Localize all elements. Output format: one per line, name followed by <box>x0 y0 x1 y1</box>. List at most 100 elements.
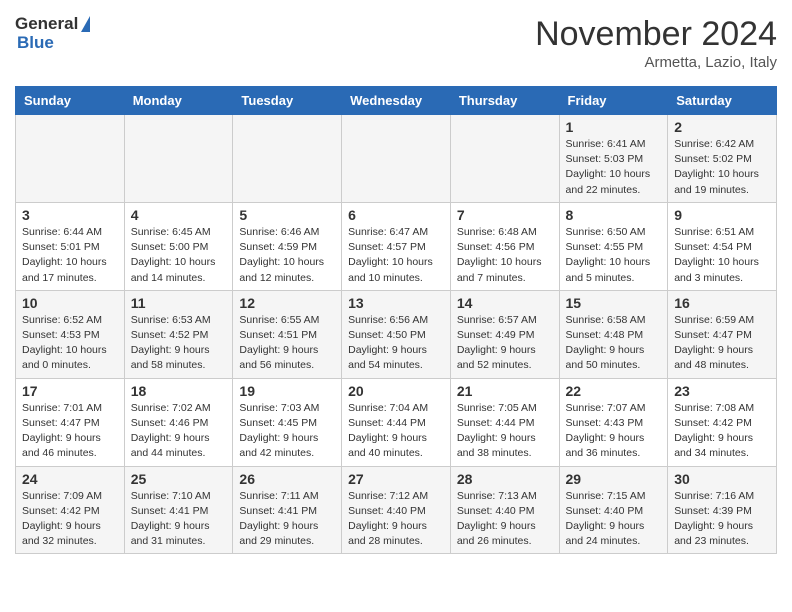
day-number: 15 <box>566 295 662 311</box>
calendar-day-30: 30Sunrise: 7:16 AM Sunset: 4:39 PM Dayli… <box>668 466 777 554</box>
calendar-empty-cell <box>450 115 559 203</box>
day-number: 10 <box>22 295 118 311</box>
day-info: Sunrise: 7:08 AM Sunset: 4:42 PM Dayligh… <box>674 401 770 462</box>
day-number: 18 <box>131 383 227 399</box>
calendar-day-7: 7Sunrise: 6:48 AM Sunset: 4:56 PM Daylig… <box>450 202 559 290</box>
calendar-week-2: 3 Sunrise: 6:44 AM Sunset: 5:01 PM Daylig… <box>16 202 777 290</box>
day-number: 13 <box>348 295 444 311</box>
location: Armetta, Lazio, Italy <box>535 54 777 71</box>
calendar-header-friday: Friday <box>559 87 668 115</box>
day-info: Sunrise: 7:05 AM Sunset: 4:44 PM Dayligh… <box>457 401 553 462</box>
day-info: Sunrise: 7:09 AM Sunset: 4:42 PM Dayligh… <box>22 489 118 550</box>
day-number: 16 <box>674 295 770 311</box>
calendar-header-wednesday: Wednesday <box>342 87 451 115</box>
day-number: 24 <box>22 471 118 487</box>
day-info: Sunrise: 6:53 AM Sunset: 4:52 PM Dayligh… <box>131 313 227 374</box>
calendar-header-row: SundayMondayTuesdayWednesdayThursdayFrid… <box>16 87 777 115</box>
calendar-day-5: 5 Sunrise: 6:46 AM Sunset: 4:59 PM Daylig… <box>233 202 342 290</box>
day-info: Sunrise: 6:46 AM Sunset: 4:59 PM Dayligh… <box>239 225 335 286</box>
calendar-day-14: 14Sunrise: 6:57 AM Sunset: 4:49 PM Dayli… <box>450 290 559 378</box>
day-number: 22 <box>566 383 662 399</box>
day-info: Sunrise: 7:03 AM Sunset: 4:45 PM Dayligh… <box>239 401 335 462</box>
calendar-day-13: 13 Sunrise: 6:56 AM Sunset: 4:50 PM Dayli… <box>342 290 451 378</box>
day-info: Sunrise: 6:52 AM Sunset: 4:53 PM Dayligh… <box>22 313 118 374</box>
day-info: Sunrise: 7:02 AM Sunset: 4:46 PM Dayligh… <box>131 401 227 462</box>
logo: General Blue <box>15 15 90 52</box>
calendar-week-4: 17 Sunrise: 7:01 AM Sunset: 4:47 PM Dayli… <box>16 378 777 466</box>
calendar-day-18: 18 Sunrise: 7:02 AM Sunset: 4:46 PM Dayli… <box>124 378 233 466</box>
day-info: Sunrise: 6:48 AM Sunset: 4:56 PM Dayligh… <box>457 225 553 286</box>
day-number: 9 <box>674 207 770 223</box>
page: General Blue November 2024 Armetta, Lazi… <box>0 0 792 569</box>
calendar-day-9: 9 Sunrise: 6:51 AM Sunset: 4:54 PM Daylig… <box>668 202 777 290</box>
month-title: November 2024 <box>535 15 777 54</box>
day-number: 3 <box>22 207 118 223</box>
calendar-header-sunday: Sunday <box>16 87 125 115</box>
logo-blue: Blue <box>17 34 90 53</box>
calendar-day-19: 19 Sunrise: 7:03 AM Sunset: 4:45 PM Dayli… <box>233 378 342 466</box>
calendar-header-monday: Monday <box>124 87 233 115</box>
day-info: Sunrise: 7:12 AM Sunset: 4:40 PM Dayligh… <box>348 489 444 550</box>
day-number: 8 <box>566 207 662 223</box>
calendar-empty-cell <box>233 115 342 203</box>
calendar-header-thursday: Thursday <box>450 87 559 115</box>
header: General Blue November 2024 Armetta, Lazi… <box>15 15 777 71</box>
calendar-empty-cell <box>16 115 125 203</box>
day-info: Sunrise: 6:58 AM Sunset: 4:48 PM Dayligh… <box>566 313 662 374</box>
calendar-empty-cell <box>342 115 451 203</box>
title-section: November 2024 Armetta, Lazio, Italy <box>535 15 777 71</box>
day-number: 19 <box>239 383 335 399</box>
calendar-header-tuesday: Tuesday <box>233 87 342 115</box>
calendar-day-12: 12Sunrise: 6:55 AM Sunset: 4:51 PM Dayli… <box>233 290 342 378</box>
calendar-day-22: 22 Sunrise: 7:07 AM Sunset: 4:43 PM Dayli… <box>559 378 668 466</box>
day-info: Sunrise: 7:10 AM Sunset: 4:41 PM Dayligh… <box>131 489 227 550</box>
calendar-week-1: 1Sunrise: 6:41 AM Sunset: 5:03 PM Daylig… <box>16 115 777 203</box>
calendar-week-3: 10 Sunrise: 6:52 AM Sunset: 4:53 PM Dayli… <box>16 290 777 378</box>
calendar-week-5: 24 Sunrise: 7:09 AM Sunset: 4:42 PM Dayli… <box>16 466 777 554</box>
day-number: 27 <box>348 471 444 487</box>
day-info: Sunrise: 6:50 AM Sunset: 4:55 PM Dayligh… <box>566 225 662 286</box>
calendar-day-8: 8 Sunrise: 6:50 AM Sunset: 4:55 PM Daylig… <box>559 202 668 290</box>
day-info: Sunrise: 7:07 AM Sunset: 4:43 PM Dayligh… <box>566 401 662 462</box>
calendar-day-10: 10 Sunrise: 6:52 AM Sunset: 4:53 PM Dayli… <box>16 290 125 378</box>
day-number: 4 <box>131 207 227 223</box>
day-info: Sunrise: 6:56 AM Sunset: 4:50 PM Dayligh… <box>348 313 444 374</box>
calendar-empty-cell <box>124 115 233 203</box>
day-number: 29 <box>566 471 662 487</box>
day-number: 20 <box>348 383 444 399</box>
day-info: Sunrise: 6:42 AM Sunset: 5:02 PM Dayligh… <box>674 137 770 198</box>
calendar-day-3: 3 Sunrise: 6:44 AM Sunset: 5:01 PM Daylig… <box>16 202 125 290</box>
calendar-day-1: 1Sunrise: 6:41 AM Sunset: 5:03 PM Daylig… <box>559 115 668 203</box>
day-number: 25 <box>131 471 227 487</box>
day-number: 26 <box>239 471 335 487</box>
day-number: 1 <box>566 119 662 135</box>
day-number: 17 <box>22 383 118 399</box>
calendar-day-28: 28Sunrise: 7:13 AM Sunset: 4:40 PM Dayli… <box>450 466 559 554</box>
day-number: 21 <box>457 383 553 399</box>
day-number: 6 <box>348 207 444 223</box>
calendar-day-26: 26Sunrise: 7:11 AM Sunset: 4:41 PM Dayli… <box>233 466 342 554</box>
day-info: Sunrise: 6:47 AM Sunset: 4:57 PM Dayligh… <box>348 225 444 286</box>
calendar: SundayMondayTuesdayWednesdayThursdayFrid… <box>15 86 777 554</box>
day-number: 28 <box>457 471 553 487</box>
day-info: Sunrise: 6:44 AM Sunset: 5:01 PM Dayligh… <box>22 225 118 286</box>
day-number: 5 <box>239 207 335 223</box>
calendar-day-4: 4 Sunrise: 6:45 AM Sunset: 5:00 PM Daylig… <box>124 202 233 290</box>
calendar-day-15: 15 Sunrise: 6:58 AM Sunset: 4:48 PM Dayli… <box>559 290 668 378</box>
day-number: 14 <box>457 295 553 311</box>
day-number: 2 <box>674 119 770 135</box>
day-info: Sunrise: 7:04 AM Sunset: 4:44 PM Dayligh… <box>348 401 444 462</box>
day-number: 11 <box>131 295 227 311</box>
day-info: Sunrise: 6:59 AM Sunset: 4:47 PM Dayligh… <box>674 313 770 374</box>
day-info: Sunrise: 7:01 AM Sunset: 4:47 PM Dayligh… <box>22 401 118 462</box>
day-info: Sunrise: 6:45 AM Sunset: 5:00 PM Dayligh… <box>131 225 227 286</box>
calendar-day-29: 29 Sunrise: 7:15 AM Sunset: 4:40 PM Dayli… <box>559 466 668 554</box>
calendar-day-2: 2 Sunrise: 6:42 AM Sunset: 5:02 PM Daylig… <box>668 115 777 203</box>
day-info: Sunrise: 6:51 AM Sunset: 4:54 PM Dayligh… <box>674 225 770 286</box>
calendar-day-23: 23Sunrise: 7:08 AM Sunset: 4:42 PM Dayli… <box>668 378 777 466</box>
calendar-day-17: 17 Sunrise: 7:01 AM Sunset: 4:47 PM Dayli… <box>16 378 125 466</box>
day-number: 12 <box>239 295 335 311</box>
calendar-day-27: 27 Sunrise: 7:12 AM Sunset: 4:40 PM Dayli… <box>342 466 451 554</box>
calendar-day-6: 6 Sunrise: 6:47 AM Sunset: 4:57 PM Daylig… <box>342 202 451 290</box>
day-info: Sunrise: 7:15 AM Sunset: 4:40 PM Dayligh… <box>566 489 662 550</box>
